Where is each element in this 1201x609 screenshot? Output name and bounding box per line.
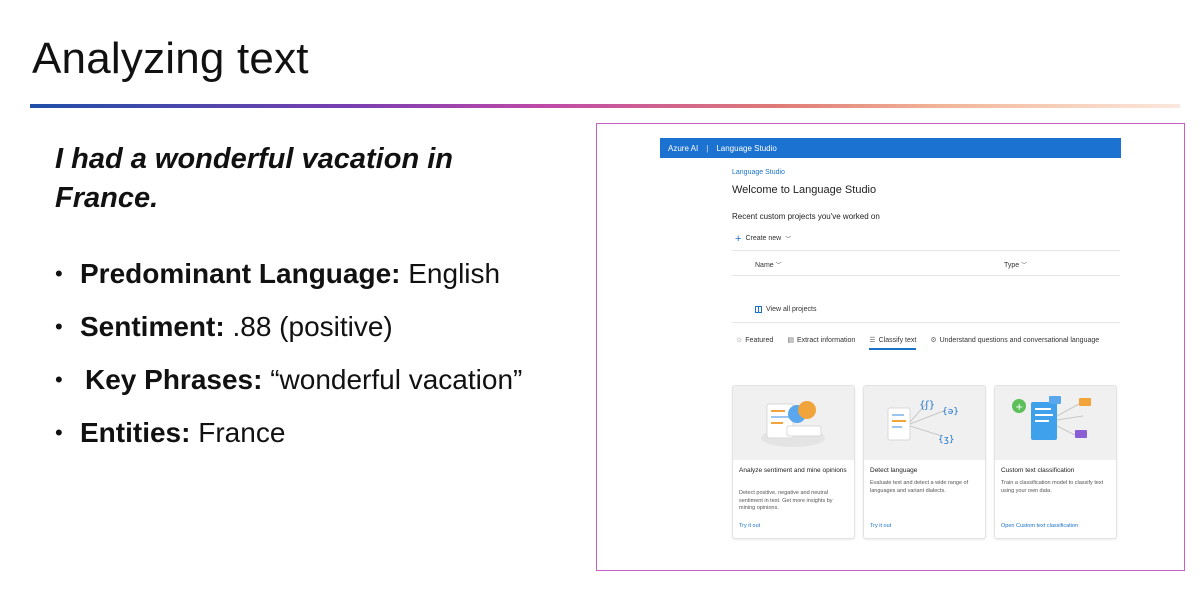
bar-separator: | [706,143,709,153]
page-title: Welcome to Language Studio [732,184,877,196]
table-divider [732,275,1120,276]
table-divider [732,322,1120,323]
feature-tabs: ☆ Featured ▤ Extract information ☰ Classify… [736,336,1099,350]
create-new-label: Create new [745,235,782,242]
list-icon: ☰ [869,337,876,344]
analysis-results-list: • Predominant Language: English • Sentimen… [55,254,575,466]
svg-text:{ʃ}: {ʃ} [919,400,935,411]
plus-icon: + [735,232,742,245]
classification-illustration-icon: + [1012,396,1091,440]
result-sentiment: • Sentiment: .88 (positive) [55,307,575,346]
example-sentence: I had a wonderful vacation in France. [55,143,453,214]
language-illustration-icon: {ʃ} {ə} {ʒ} [887,400,959,445]
card-custom-text-classification[interactable]: + Custom text classification Train a cla… [994,385,1117,539]
card-description: Train a classification model to classify… [1001,480,1104,494]
svg-text:{ʒ}: {ʒ} [938,435,955,445]
bullet-icon: • [55,261,63,286]
result-entities: • Entities: France [55,413,575,452]
tab-classify-text[interactable]: ☰ Classify text [869,336,917,350]
tab-extract-information[interactable]: ▤ Extract information [787,336,855,350]
star-icon: ☆ [736,337,743,344]
card-title: Detect language [870,467,918,474]
title-gradient-rule [30,104,1180,108]
view-all-projects-link[interactable]: View all projects [755,306,816,313]
bullet-icon: • [55,367,63,392]
card-analyze-sentiment[interactable]: Analyze sentiment and mine opinions Dete… [732,385,855,539]
language-studio-screenshot: Azure AI | Language Studio Language Stud… [596,123,1185,571]
tab-featured[interactable]: ☆ Featured [736,336,773,350]
column-header-type[interactable]: Type ﹀ [1004,260,1027,269]
slide-title: Analyzing text [32,34,309,83]
grid-icon [755,306,762,313]
svg-text:{ə}: {ə} [942,407,959,417]
card-illustration: {ʃ} {ə} {ʒ} [864,386,985,460]
card-title: Analyze sentiment and mine opinions [739,467,847,474]
sentiment-illustration-icon [761,401,825,447]
breadcrumb[interactable]: Language Studio [732,169,785,176]
result-language: • Predominant Language: English [55,254,575,293]
table-divider [732,250,1120,251]
column-header-name[interactable]: Name ﹀ [755,260,782,269]
card-detect-language[interactable]: {ʃ} {ə} {ʒ} Detect language Evaluate tex… [863,385,986,539]
card-illustration [733,386,854,460]
tab-understand-questions[interactable]: ⚙ Understand questions and conversational… [930,336,1099,350]
svg-text:+: + [1015,402,1023,413]
create-new-button[interactable]: + Create new ﹀ [735,232,792,245]
card-illustration: + [995,386,1116,460]
recent-projects-heading: Recent custom projects you've worked on [732,212,880,221]
try-it-out-link[interactable]: Try it out [739,523,760,529]
studio-top-bar: Azure AI | Language Studio [660,138,1121,158]
result-key-phrases: • Key Phrases: “wonderful vacation” [55,360,575,399]
chevron-down-icon: ﹀ [1021,263,1028,269]
card-title: Custom text classification [1001,467,1075,474]
open-custom-text-classification-link[interactable]: Open Custom text classification [1001,523,1078,529]
gear-icon: ⚙ [930,337,937,344]
chevron-down-icon: ﹀ [775,263,782,269]
card-description: Evaluate text and detect a wide range of… [870,480,969,494]
bullet-icon: • [55,314,63,339]
view-all-label: View all projects [766,306,817,313]
document-icon: ▤ [787,337,794,344]
bullet-icon: • [55,420,63,445]
chevron-down-icon: ﹀ [785,237,792,243]
card-description: Detect positive, negative and neutral se… [739,490,833,511]
brand-label[interactable]: Azure AI [668,144,698,153]
try-it-out-link[interactable]: Try it out [870,523,891,529]
product-label[interactable]: Language Studio [716,144,777,153]
